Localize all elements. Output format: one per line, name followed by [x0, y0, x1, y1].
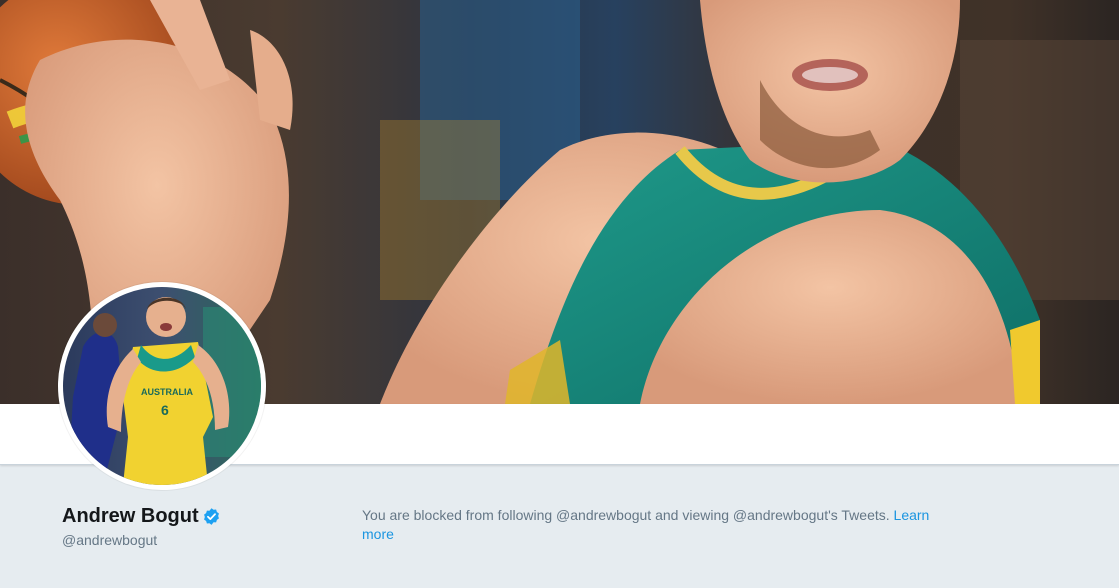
profile-page: 6 AUSTRALIA Andrew Bogut @andrewbogut Yo… [0, 0, 1119, 588]
profile-screen-name[interactable]: @andrewbogut [62, 532, 322, 548]
verified-badge-icon [202, 507, 221, 526]
svg-text:6: 6 [161, 402, 169, 418]
avatar-photo-graphic: 6 AUSTRALIA [63, 287, 261, 485]
profile-avatar[interactable]: 6 AUSTRALIA [58, 282, 266, 490]
blocked-notice-text: You are blocked from following @andrewbo… [362, 507, 890, 523]
svg-text:AUSTRALIA: AUSTRALIA [141, 387, 193, 397]
profile-card: Andrew Bogut @andrewbogut [62, 503, 322, 548]
blocked-notice: You are blocked from following @andrewbo… [362, 506, 962, 544]
profile-name[interactable]: Andrew Bogut [62, 505, 199, 528]
profile-name-row: Andrew Bogut [62, 503, 322, 529]
